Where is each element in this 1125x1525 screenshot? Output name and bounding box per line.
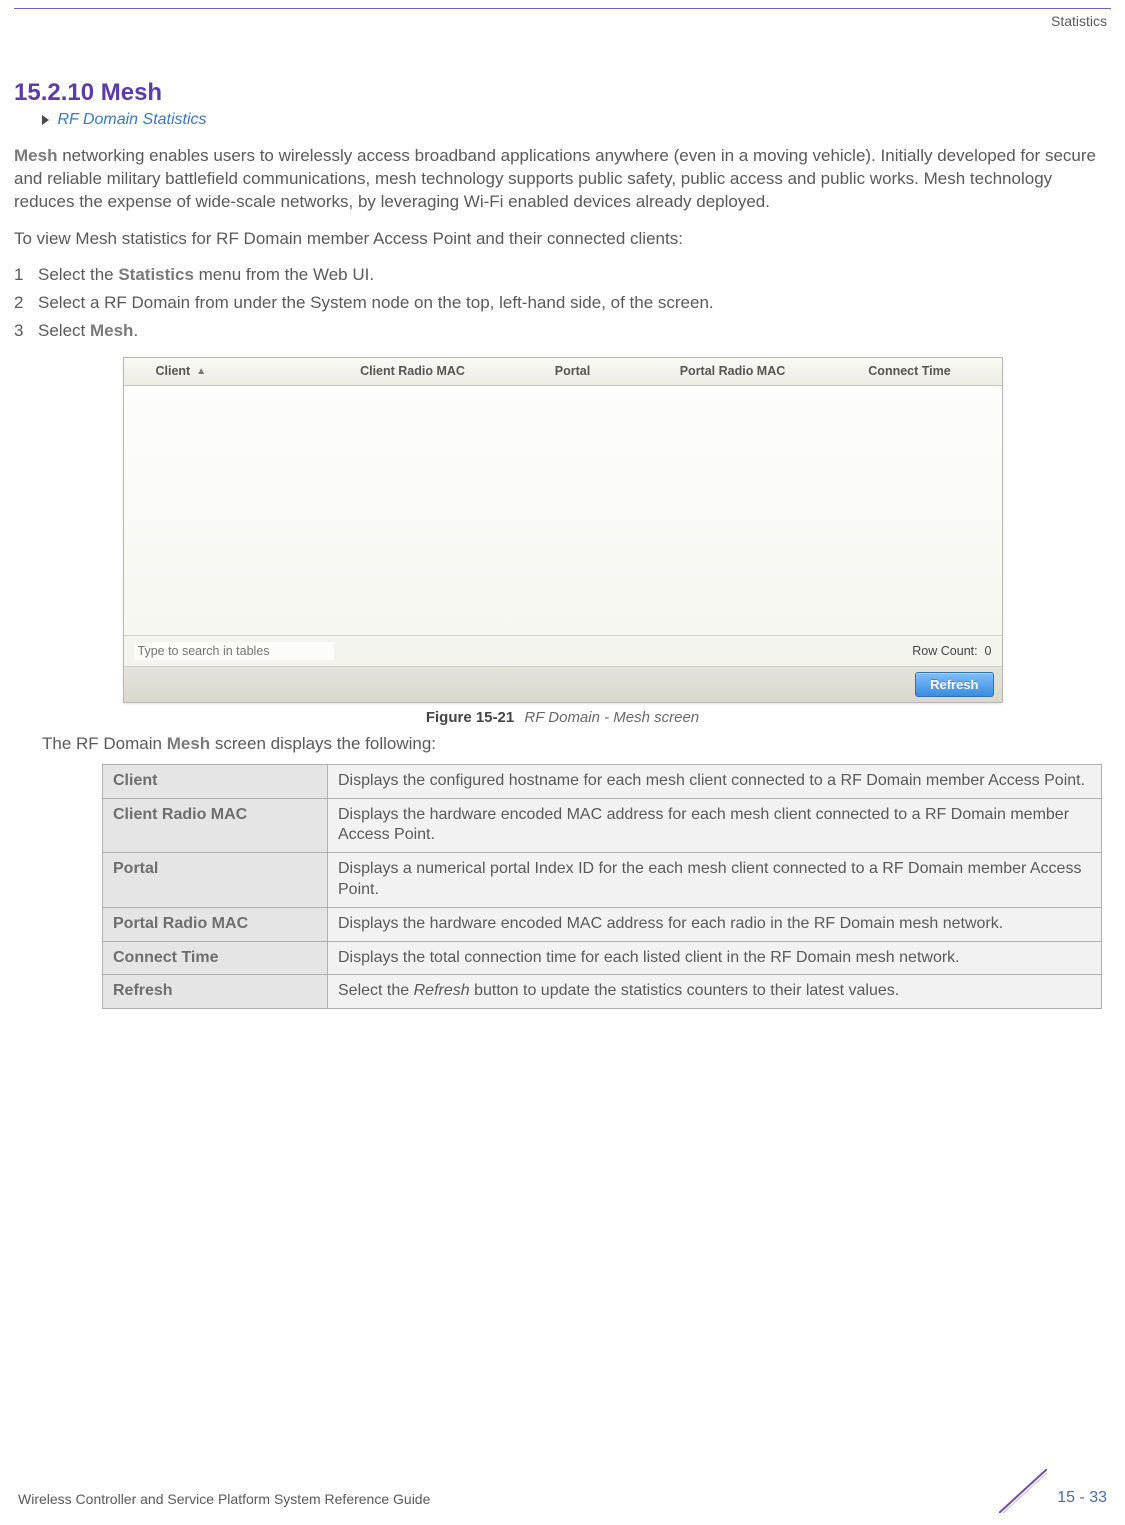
row-val-connect-time: Displays the total connection time for e… [328,941,1102,975]
row-label-connect-time: Connect Time [103,941,328,975]
row-label-refresh: Refresh [103,975,328,1009]
screenshot-footer: Refresh [124,667,1002,702]
section-title: 15.2.10 Mesh [14,79,1111,107]
mesh-screenshot: Client ▲ Client Radio MAC Portal Portal … [123,357,1003,703]
step-2-text: Select a RF Domain from under the System… [38,293,714,313]
page-number: 15 - 33 [1057,1489,1107,1507]
after-figure-text: The RF Domain Mesh screen displays the f… [42,734,1111,754]
row-val-client-radio-mac: Displays the hardware encoded MAC addres… [328,798,1102,853]
table-row: Connect Time Displays the total connecti… [103,941,1102,975]
row-count: Row Count: 0 [912,644,991,658]
intro-rest: networking enables users to wirelessly a… [14,146,1096,211]
row-label-portal: Portal [103,853,328,908]
lead-paragraph: To view Mesh statistics for RF Domain me… [14,228,1111,251]
step-2: Select a RF Domain from under the System… [14,293,1111,313]
table-header-row: Client ▲ Client Radio MAC Portal Portal … [124,358,1002,386]
table-row: Client Displays the configured hostname … [103,764,1102,798]
col-header-client[interactable]: Client [156,364,191,378]
intro-paragraph: Mesh networking enables users to wireles… [14,145,1111,214]
row-count-label: Row Count: [912,644,977,658]
subsection-link-row: RF Domain Statistics [42,111,1111,129]
refresh-val-b: button to update the statistics counters… [470,982,900,999]
rf-domain-statistics-link[interactable]: RF Domain Statistics [57,111,206,128]
step-1-text-a: Select the [38,265,118,284]
sort-asc-icon[interactable]: ▲ [196,366,206,377]
after-fig-c: screen displays the following: [210,734,436,753]
table-row: Refresh Select the Refresh button to upd… [103,975,1102,1009]
figure-caption: Figure 15-21 RF Domain - Mesh screen [14,709,1111,726]
row-val-portal: Displays a numerical portal Index ID for… [328,853,1102,908]
refresh-italic: Refresh [414,982,470,999]
row-label-portal-radio-mac: Portal Radio MAC [103,907,328,941]
row-count-value: 0 [985,644,992,658]
page-footer: Wireless Controller and Service Platform… [0,1489,1125,1507]
row-val-refresh: Select the Refresh button to update the … [328,975,1102,1009]
row-label-client-radio-mac: Client Radio MAC [103,798,328,853]
table-search-bar: Row Count: 0 [124,636,1002,667]
steps-list: Select the Statistics menu from the Web … [14,265,1111,341]
step-1-text-c: menu from the Web UI. [194,265,374,284]
mesh-term-after: Mesh [167,734,210,753]
row-val-portal-radio-mac: Displays the hardware encoded MAC addres… [328,907,1102,941]
refresh-val-a: Select the [338,982,414,999]
figure-label: Figure 15-21 [426,709,514,726]
table-body-empty [124,386,1002,636]
row-val-client: Displays the configured hostname for eac… [328,764,1102,798]
col-header-portal-radio-mac[interactable]: Portal Radio MAC [648,364,818,378]
footer-left: Wireless Controller and Service Platform… [18,1491,430,1507]
mesh-term-step: Mesh [90,321,133,340]
after-fig-a: The RF Domain [42,734,167,753]
step-3: Select Mesh. [14,321,1111,341]
mesh-term: Mesh [14,146,57,165]
step-1: Select the Statistics menu from the Web … [14,265,1111,285]
search-input[interactable] [134,642,334,660]
arrow-right-icon [42,115,49,125]
col-header-connect-time[interactable]: Connect Time [818,364,1002,378]
col-header-client-radio-mac[interactable]: Client Radio MAC [328,364,498,378]
step-3-text-a: Select [38,321,90,340]
figure-title: RF Domain - Mesh screen [524,709,699,726]
step-3-text-c: . [133,321,138,340]
row-label-client: Client [103,764,328,798]
description-table: Client Displays the configured hostname … [102,764,1102,1009]
table-row: Portal Radio MAC Displays the hardware e… [103,907,1102,941]
page-header-right: Statistics [0,9,1125,29]
col-header-portal[interactable]: Portal [498,364,648,378]
table-row: Portal Displays a numerical portal Index… [103,853,1102,908]
statistics-term: Statistics [118,265,194,284]
refresh-button[interactable]: Refresh [915,672,993,697]
table-row: Client Radio MAC Displays the hardware e… [103,798,1102,853]
